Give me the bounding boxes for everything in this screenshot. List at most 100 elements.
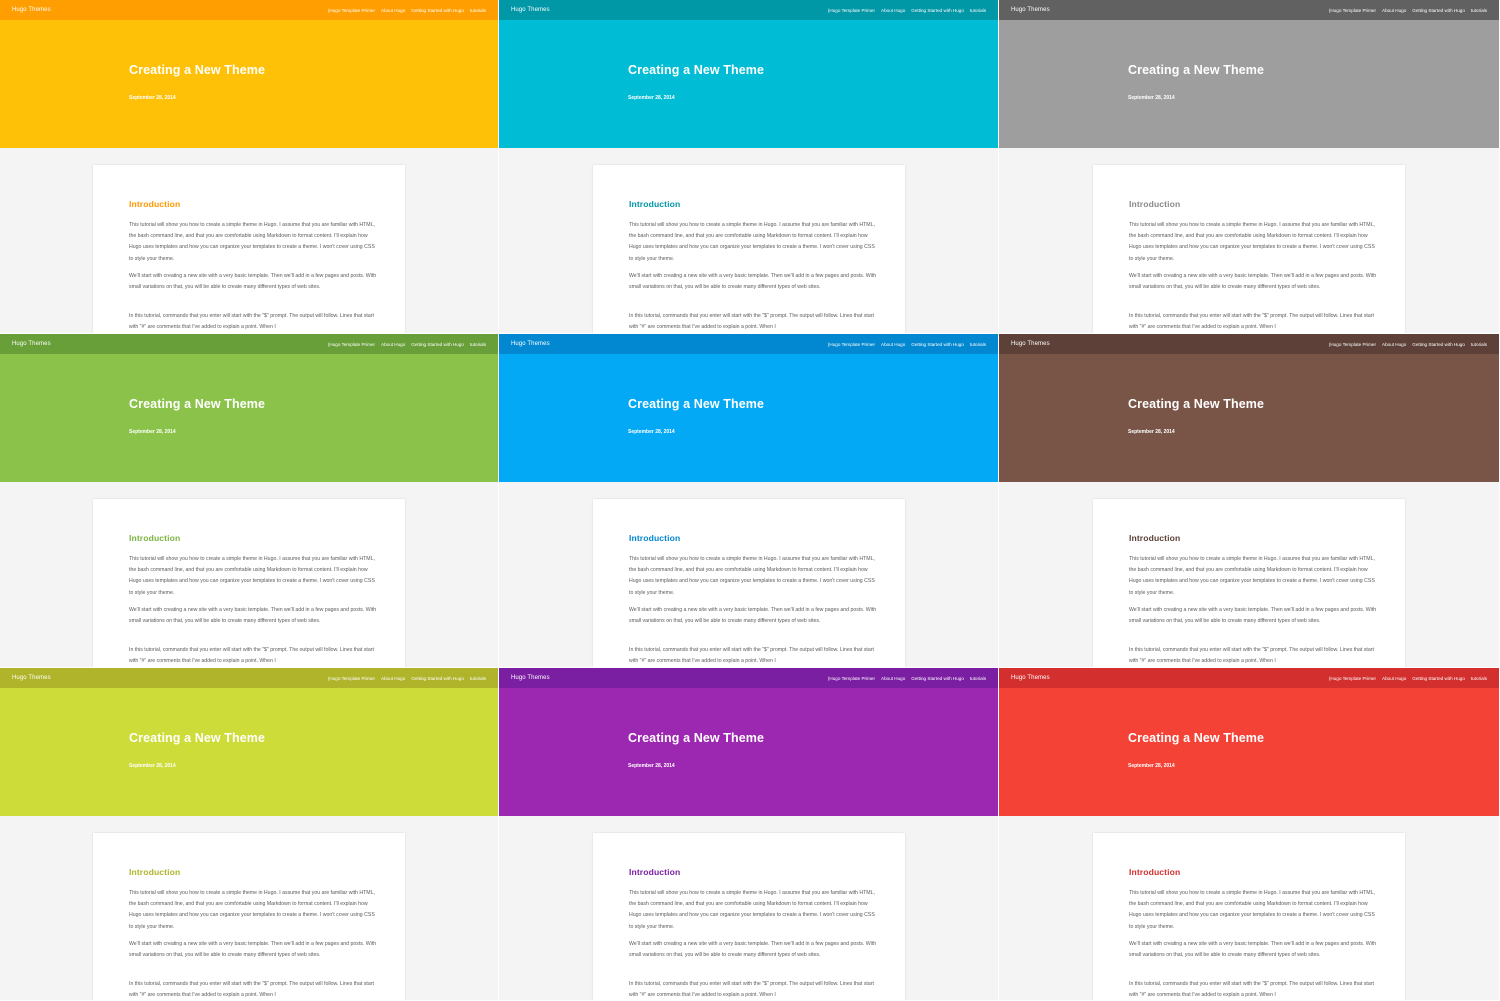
post-content-card: Introduction This tutorial will show you… (93, 165, 405, 333)
theme-tile: Hugo Themes (Hugo Template Primer About … (499, 334, 999, 668)
menu-item-getting-started[interactable]: Getting Started with Hugo (911, 8, 964, 13)
menu-item-getting-started[interactable]: Getting Started with Hugo (911, 342, 964, 347)
menu-item-tutorials[interactable]: tutorials (470, 342, 486, 347)
paragraph-intro: This tutorial will show you how to creat… (1129, 890, 1375, 930)
menu-item-hugo-template-primer[interactable]: (Hugo Template Primer (1329, 676, 1376, 681)
post-date: September 28, 2014 (628, 95, 675, 101)
post-content-card: Introduction This tutorial will show you… (93, 833, 405, 1000)
post-content-card: Introduction This tutorial will show you… (1093, 165, 1405, 333)
paragraph-intro: This tutorial will show you how to creat… (129, 556, 375, 596)
paragraph-start: We'll start with creating a new site wit… (629, 273, 877, 291)
post-title: Creating a New Theme (1128, 63, 1265, 77)
navbar-menu: (Hugo Template Primer About Hugo Getting… (1329, 342, 1487, 347)
site-brand-link[interactable]: Hugo Themes (1011, 7, 1050, 13)
menu-item-tutorials[interactable]: tutorials (470, 676, 486, 681)
menu-item-tutorials[interactable]: tutorials (470, 8, 486, 13)
menu-item-hugo-template-primer[interactable]: (Hugo Template Primer (828, 342, 875, 347)
menu-item-getting-started[interactable]: Getting Started with Hugo (1412, 342, 1465, 347)
theme-tile: Hugo Themes (Hugo Template Primer About … (999, 668, 1500, 1001)
menu-item-hugo-template-primer[interactable]: (Hugo Template Primer (828, 8, 875, 13)
section-heading: Introduction (1129, 199, 1181, 209)
paragraph-intro: This tutorial will show you how to creat… (1129, 556, 1375, 596)
site-brand-link[interactable]: Hugo Themes (511, 341, 550, 347)
menu-item-getting-started[interactable]: Getting Started with Hugo (411, 342, 464, 347)
post-content-card: Introduction This tutorial will show you… (593, 833, 905, 1000)
menu-item-getting-started[interactable]: Getting Started with Hugo (911, 676, 964, 681)
paragraph-intro: This tutorial will show you how to creat… (629, 556, 875, 596)
post-header: Creating a New Theme September 28, 2014 (0, 688, 498, 816)
paragraph-intro: This tutorial will show you how to creat… (629, 222, 875, 262)
menu-item-getting-started[interactable]: Getting Started with Hugo (411, 676, 464, 681)
menu-item-about-hugo[interactable]: About Hugo (1382, 676, 1406, 681)
post-header: Creating a New Theme September 28, 2014 (499, 688, 998, 816)
menu-item-about-hugo[interactable]: About Hugo (381, 676, 405, 681)
post-title: Creating a New Theme (129, 731, 266, 745)
site-brand-link[interactable]: Hugo Themes (1011, 341, 1050, 347)
paragraph-start: We'll start with creating a new site wit… (629, 607, 877, 625)
menu-item-getting-started[interactable]: Getting Started with Hugo (1412, 8, 1465, 13)
paragraph-intro: This tutorial will show you how to creat… (629, 890, 875, 930)
menu-item-about-hugo[interactable]: About Hugo (381, 342, 405, 347)
post-title: Creating a New Theme (129, 397, 266, 411)
menu-item-hugo-template-primer[interactable]: (Hugo Template Primer (1329, 342, 1376, 347)
paragraph-start: We'll start with creating a new site wit… (129, 941, 377, 959)
menu-item-hugo-template-primer[interactable]: (Hugo Template Primer (328, 342, 375, 347)
menu-item-tutorials[interactable]: tutorials (970, 8, 986, 13)
navbar: Hugo Themes (Hugo Template Primer About … (499, 668, 998, 688)
section-heading: Introduction (629, 867, 681, 877)
menu-item-hugo-template-primer[interactable]: (Hugo Template Primer (328, 8, 375, 13)
navbar-menu: (Hugo Template Primer About Hugo Getting… (828, 342, 986, 347)
menu-item-about-hugo[interactable]: About Hugo (881, 676, 905, 681)
paragraph-start: We'll start with creating a new site wit… (1129, 941, 1377, 959)
theme-tile: Hugo Themes (Hugo Template Primer About … (0, 334, 499, 668)
menu-item-getting-started[interactable]: Getting Started with Hugo (411, 8, 464, 13)
menu-item-about-hugo[interactable]: About Hugo (1382, 342, 1406, 347)
post-header: Creating a New Theme September 28, 2014 (999, 354, 1499, 482)
post-date: September 28, 2014 (129, 429, 176, 435)
menu-item-about-hugo[interactable]: About Hugo (881, 8, 905, 13)
site-brand-link[interactable]: Hugo Themes (511, 675, 550, 681)
theme-tile: Hugo Themes (Hugo Template Primer About … (499, 0, 999, 334)
menu-item-hugo-template-primer[interactable]: (Hugo Template Primer (1329, 8, 1376, 13)
menu-item-about-hugo[interactable]: About Hugo (381, 8, 405, 13)
post-date: September 28, 2014 (1128, 763, 1175, 769)
menu-item-about-hugo[interactable]: About Hugo (1382, 8, 1406, 13)
post-title: Creating a New Theme (1128, 397, 1265, 411)
theme-tile: Hugo Themes (Hugo Template Primer About … (499, 668, 999, 1001)
menu-item-getting-started[interactable]: Getting Started with Hugo (1412, 676, 1465, 681)
navbar: Hugo Themes (Hugo Template Primer About … (0, 0, 498, 20)
post-header: Creating a New Theme September 28, 2014 (999, 688, 1499, 816)
post-title: Creating a New Theme (628, 397, 765, 411)
paragraph-commands: In this tutorial, commands that you ente… (1129, 313, 1374, 331)
menu-item-tutorials[interactable]: tutorials (970, 676, 986, 681)
menu-item-about-hugo[interactable]: About Hugo (881, 342, 905, 347)
navbar-menu: (Hugo Template Primer About Hugo Getting… (328, 342, 486, 347)
navbar-menu: (Hugo Template Primer About Hugo Getting… (1329, 676, 1487, 681)
post-date: September 28, 2014 (1128, 95, 1175, 101)
site-brand-link[interactable]: Hugo Themes (12, 7, 51, 13)
site-brand-link[interactable]: Hugo Themes (12, 341, 51, 347)
menu-item-hugo-template-primer[interactable]: (Hugo Template Primer (328, 676, 375, 681)
site-brand-link[interactable]: Hugo Themes (511, 7, 550, 13)
paragraph-intro: This tutorial will show you how to creat… (1129, 222, 1375, 262)
site-brand-link[interactable]: Hugo Themes (12, 675, 51, 681)
paragraph-commands: In this tutorial, commands that you ente… (129, 981, 374, 999)
post-title: Creating a New Theme (628, 63, 765, 77)
paragraph-commands: In this tutorial, commands that you ente… (129, 647, 374, 665)
theme-tile: Hugo Themes (Hugo Template Primer About … (0, 0, 499, 334)
menu-item-tutorials[interactable]: tutorials (1471, 342, 1487, 347)
menu-item-tutorials[interactable]: tutorials (1471, 8, 1487, 13)
paragraph-intro: This tutorial will show you how to creat… (129, 222, 375, 262)
section-heading: Introduction (1129, 867, 1181, 877)
post-date: September 28, 2014 (628, 763, 675, 769)
post-title: Creating a New Theme (1128, 731, 1265, 745)
section-heading: Introduction (129, 867, 181, 877)
navbar: Hugo Themes (Hugo Template Primer About … (0, 334, 498, 354)
menu-item-hugo-template-primer[interactable]: (Hugo Template Primer (828, 676, 875, 681)
site-brand-link[interactable]: Hugo Themes (1011, 675, 1050, 681)
navbar-menu: (Hugo Template Primer About Hugo Getting… (828, 8, 986, 13)
navbar-menu: (Hugo Template Primer About Hugo Getting… (328, 8, 486, 13)
menu-item-tutorials[interactable]: tutorials (970, 342, 986, 347)
theme-variants-grid: Hugo Themes (Hugo Template Primer About … (0, 0, 1500, 1001)
menu-item-tutorials[interactable]: tutorials (1471, 676, 1487, 681)
